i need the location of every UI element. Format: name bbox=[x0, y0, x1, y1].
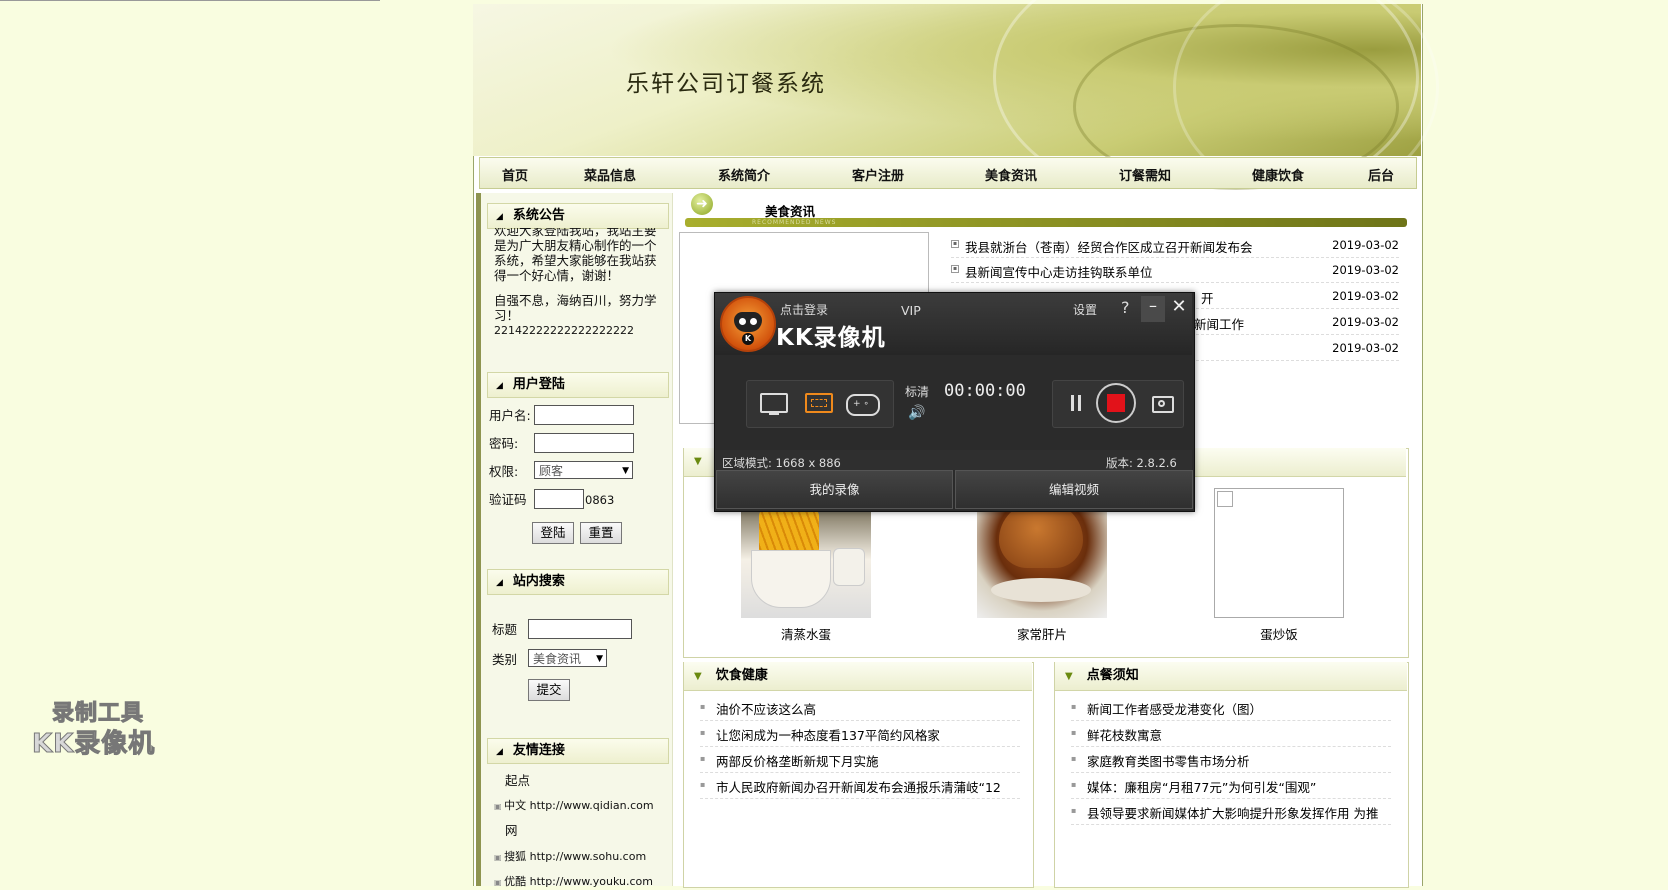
nav-dishes[interactable]: 菜品信息 bbox=[584, 165, 636, 184]
link-item[interactable]: ▣ 搜狐 http://www.sohu.com bbox=[494, 849, 646, 865]
dish-name[interactable]: 家常肝片 bbox=[977, 624, 1107, 643]
role-select[interactable]: 顾客 ▼ bbox=[534, 461, 633, 479]
login-header: ◢ 用户登陆 bbox=[487, 372, 669, 398]
fullscreen-mode-icon[interactable] bbox=[760, 393, 788, 415]
search-category-select[interactable]: 美食资讯 ▼ bbox=[528, 649, 607, 667]
login-button[interactable]: 登陆 bbox=[532, 522, 574, 544]
link-item[interactable]: ▣ 中文 http://www.qidian.com bbox=[494, 798, 654, 814]
search-category-label: 类别 bbox=[492, 652, 518, 667]
kk-login-link[interactable]: 点击登录 bbox=[780, 301, 828, 318]
news-row[interactable]: ▪ 我县就浙台（苍南）经贸合作区成立召开新闻发布会 2019-03-02 bbox=[951, 233, 1399, 258]
camera-icon[interactable] bbox=[1152, 396, 1174, 413]
links-header: ◢ 友情连接 bbox=[487, 738, 669, 764]
announcement-header: ◢ 系统公告 bbox=[487, 203, 669, 229]
speaker-icon[interactable]: 🔊 bbox=[908, 405, 925, 421]
list-item[interactable]: ▪ 两部反价格垄断新规下月实施 bbox=[700, 747, 1020, 773]
banner bbox=[473, 0, 1439, 210]
news-subtitle: RECOMMENDED NEWS bbox=[752, 219, 837, 226]
nav-register[interactable]: 客户注册 bbox=[852, 165, 904, 184]
list-item[interactable]: ▪ 媒体：廉租房“月租77元”为何引发“围观” bbox=[1071, 773, 1391, 799]
dish-image-broken[interactable] bbox=[1214, 488, 1344, 618]
kk-minimize-icon[interactable]: – bbox=[1141, 296, 1165, 322]
kk-mode-text: 区域模式: 1668 x 886 bbox=[722, 456, 841, 470]
username-label: 用户名: bbox=[489, 408, 531, 423]
nav-healthy-food[interactable]: 健康饮食 bbox=[1252, 165, 1304, 184]
nav-admin[interactable]: 后台 bbox=[1368, 165, 1394, 184]
main-nav: 首页 菜品信息 系统简介 客户注册 美食资讯 订餐需知 健康饮食 后台 bbox=[479, 157, 1417, 189]
health-header: ▼ 饮食健康 bbox=[684, 662, 1032, 691]
list-item[interactable]: ▪ 市人民政府新闻办召开新闻发布会通报乐清蒲岐“12 bbox=[700, 773, 1020, 799]
kk-settings-button[interactable]: 设置 bbox=[1073, 301, 1097, 318]
my-videos-button[interactable]: 我的录像 bbox=[716, 470, 953, 509]
search-header: ◢ 站内搜索 bbox=[487, 569, 669, 595]
nav-intro[interactable]: 系统简介 bbox=[718, 165, 770, 184]
kk-close-icon[interactable]: ✕ bbox=[1169, 296, 1189, 320]
captcha-input[interactable] bbox=[534, 489, 584, 509]
news-row[interactable]: ▪ 县新闻宣传中心走访挂钩联系单位 2019-03-02 bbox=[951, 258, 1399, 283]
username-input[interactable] bbox=[534, 405, 634, 425]
search-title-label: 标题 bbox=[492, 622, 518, 637]
top-line bbox=[0, 0, 380, 1]
dish-name[interactable]: 蛋炒饭 bbox=[1214, 624, 1344, 643]
list-item[interactable]: ▪ 油价不应该这么高 bbox=[700, 695, 1020, 721]
search-title-input[interactable] bbox=[528, 619, 632, 639]
edit-video-button[interactable]: 编辑视频 bbox=[955, 470, 1193, 509]
kk-version: 版本: 2.8.2.6 bbox=[1106, 456, 1177, 470]
kk-quality[interactable]: 标清 bbox=[905, 383, 929, 400]
kk-logo-icon: K bbox=[720, 296, 776, 352]
captcha-label: 验证码 bbox=[489, 492, 527, 507]
dish-name[interactable]: 清蒸水蛋 bbox=[741, 624, 871, 643]
kk-help-button[interactable]: ? bbox=[1121, 298, 1130, 317]
link-item[interactable]: 起点 bbox=[505, 773, 530, 788]
notice-header: ▼ 点餐须知 bbox=[1055, 662, 1407, 691]
reset-button[interactable]: 重置 bbox=[580, 522, 622, 544]
arrow-circle-icon: ➜ bbox=[691, 193, 713, 215]
broken-image-icon bbox=[1217, 491, 1233, 507]
region-mode-icon[interactable] bbox=[805, 393, 833, 413]
search-submit-button[interactable]: 提交 bbox=[528, 679, 570, 701]
announcement-text: 欢迎大家登陆我站，我站主要 是为广大朋友精心制作的一个 系统，希望大家能够在我站… bbox=[494, 228, 657, 337]
record-stop-icon[interactable] bbox=[1096, 383, 1136, 423]
kk-timer: 00:00:00 bbox=[944, 381, 1026, 401]
list-item[interactable]: ▪ 家庭教育类图书零售市场分析 bbox=[1071, 747, 1391, 773]
nav-food-news[interactable]: 美食资讯 bbox=[985, 165, 1037, 184]
role-label: 权限: bbox=[489, 464, 519, 479]
kk-vip-badge[interactable]: VIP bbox=[901, 303, 921, 318]
site-title: 乐轩公司订餐系统 bbox=[626, 71, 826, 97]
nav-home[interactable]: 首页 bbox=[502, 165, 528, 184]
link-item[interactable]: 网 bbox=[505, 823, 518, 838]
link-item[interactable]: ▣ 优酷 http://www.youku.com bbox=[494, 874, 653, 890]
list-item[interactable]: ▪ 鲜花枝数寓意 bbox=[1071, 721, 1391, 747]
game-mode-icon[interactable]: + ∘ bbox=[846, 394, 880, 416]
list-item[interactable]: ▪ 让您闲成为一种态度看137平简约风格家 bbox=[700, 721, 1020, 747]
pause-icon[interactable] bbox=[1071, 395, 1083, 411]
watermark-line2: KK录像机 bbox=[31, 729, 156, 760]
password-label: 密码: bbox=[489, 436, 519, 451]
list-item[interactable]: ▪ 新闻工作者感受龙港变化（图） bbox=[1071, 695, 1391, 721]
list-item[interactable]: ▪ 县领导要求新闻媒体扩大影响提升形象发挥作用 为推 bbox=[1071, 799, 1391, 825]
kk-app-name: KK录像机 bbox=[776, 325, 886, 351]
nav-order-notice[interactable]: 订餐需知 bbox=[1119, 165, 1171, 184]
captcha-code: 0863 bbox=[585, 493, 615, 507]
password-input[interactable] bbox=[534, 433, 634, 453]
